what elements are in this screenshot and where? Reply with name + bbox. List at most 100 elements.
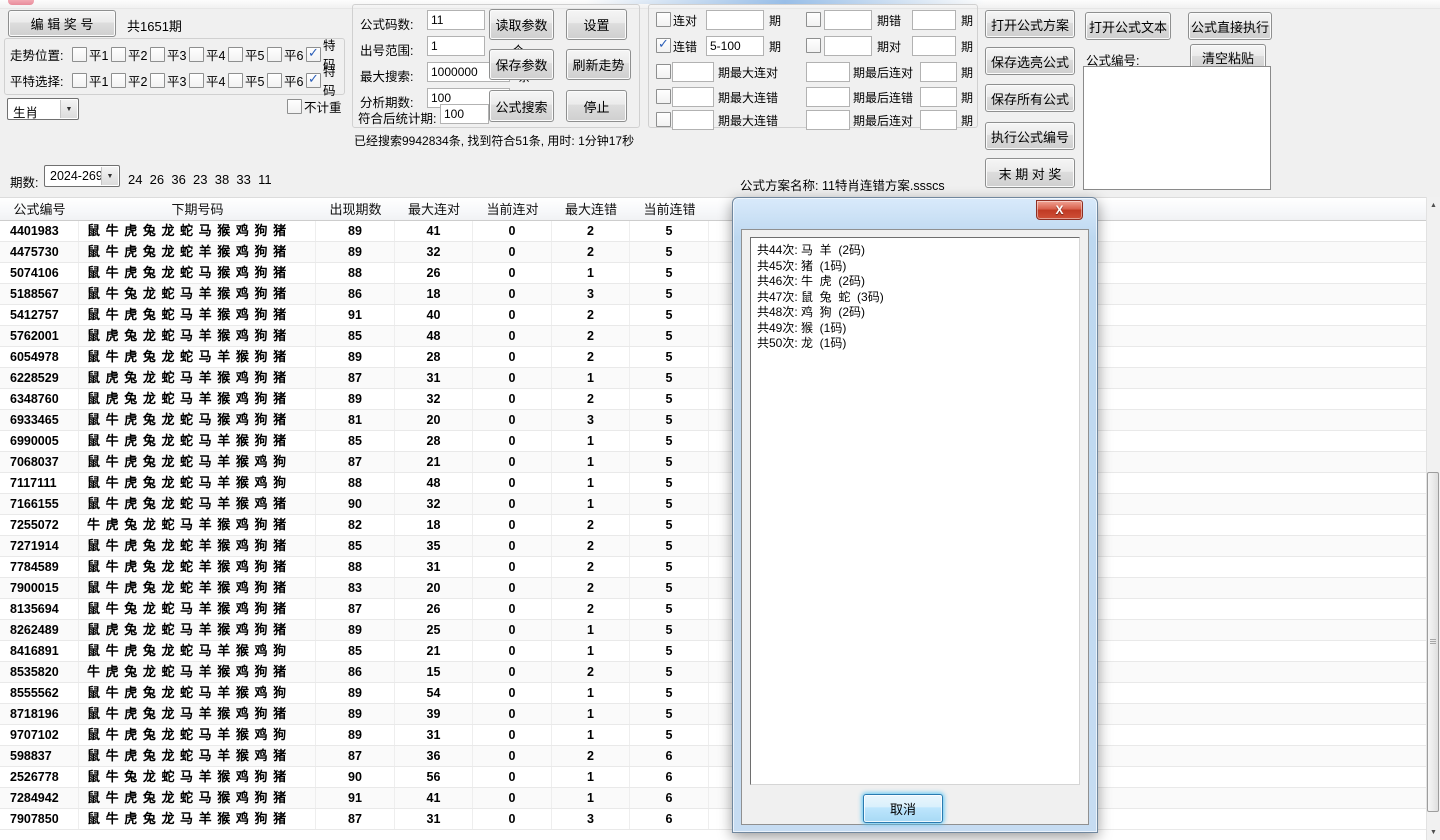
checkbox-box[interactable] bbox=[228, 72, 243, 88]
table-row[interactable]: 5074106 鼠 牛 虎 兔 龙 蛇 马 猴 鸡 狗 猪 88 26 0 1 5 bbox=[0, 263, 1426, 284]
table-row[interactable]: 7271914 鼠 牛 虎 兔 龙 蛇 羊 猴 鸡 狗 猪 85 35 0 2 5 bbox=[0, 536, 1426, 557]
table-row[interactable]: 7900015 鼠 牛 虎 兔 龙 蛇 羊 猴 鸡 狗 猪 83 20 0 2 5 bbox=[0, 578, 1426, 599]
button-公式搜索[interactable]: 公式搜索 bbox=[489, 90, 554, 122]
checkbox-box[interactable] bbox=[306, 45, 321, 62]
button-停止[interactable]: 停止 bbox=[566, 90, 627, 122]
table-row[interactable]: 6054978 鼠 牛 虎 兔 龙 蛇 马 羊 猴 狗 猪 89 28 0 2 5 bbox=[0, 347, 1426, 368]
table-row[interactable]: 8135694 鼠 牛 兔 龙 蛇 马 羊 猴 鸡 狗 猪 87 26 0 2 5 bbox=[0, 599, 1426, 620]
period-dropdown[interactable]: 2024-269 ▼ bbox=[44, 165, 120, 187]
checkbox-平3[interactable]: 平3 bbox=[150, 71, 189, 90]
number-range-input[interactable] bbox=[427, 36, 485, 56]
condition-input[interactable] bbox=[912, 36, 956, 56]
table-row[interactable]: 4401983 鼠 牛 虎 兔 龙 蛇 马 猴 鸡 狗 猪 89 41 0 2 5 bbox=[0, 221, 1426, 242]
checkbox-box[interactable] bbox=[111, 72, 126, 88]
formula-id-textarea[interactable] bbox=[1083, 66, 1271, 190]
scroll-down-icon[interactable]: ▼ bbox=[1427, 824, 1440, 840]
table-row[interactable]: 7255072 牛 虎 兔 龙 蛇 马 羊 猴 鸡 狗 猪 82 18 0 2 5 bbox=[0, 515, 1426, 536]
table-row[interactable]: 8535820 牛 虎 兔 龙 蛇 马 羊 猴 鸡 狗 猪 86 15 0 2 5 bbox=[0, 662, 1426, 683]
edit-prize-button[interactable]: 编 辑 奖 号 bbox=[8, 10, 116, 37]
checkbox-box[interactable] bbox=[656, 89, 671, 104]
checkbox-box[interactable] bbox=[287, 99, 302, 114]
scrollbar-thumb[interactable] bbox=[1427, 472, 1439, 812]
condition-input[interactable] bbox=[672, 87, 714, 107]
direct-exec-button[interactable]: 公式直接执行 bbox=[1188, 12, 1272, 40]
condition-input[interactable] bbox=[672, 62, 714, 82]
table-row[interactable]: 7784589 鼠 牛 虎 兔 龙 蛇 羊 猴 鸡 狗 猪 88 31 0 2 5 bbox=[0, 557, 1426, 578]
condition-input[interactable] bbox=[920, 62, 957, 82]
button-保存参数[interactable]: 保存参数 bbox=[489, 49, 554, 80]
checkbox-box[interactable] bbox=[189, 46, 204, 62]
close-icon[interactable]: X bbox=[1036, 200, 1083, 220]
button-打开公式方案[interactable]: 打开公式方案 bbox=[985, 10, 1075, 38]
table-row[interactable]: 8718196 鼠 牛 虎 兔 龙 马 羊 猴 鸡 狗 猪 89 39 0 1 5 bbox=[0, 704, 1426, 725]
table-row[interactable]: 5412757 鼠 牛 虎 兔 蛇 马 羊 猴 鸡 狗 猪 91 40 0 2 5 bbox=[0, 305, 1426, 326]
checkbox-box[interactable] bbox=[267, 72, 282, 88]
formula-codes-input[interactable] bbox=[427, 10, 485, 30]
table-row[interactable]: 598837 鼠 牛 虎 兔 龙 蛇 马 羊 猴 鸡 猪 87 36 0 2 6 bbox=[0, 746, 1426, 767]
button-保存选亮公式[interactable]: 保存选亮公式 bbox=[985, 47, 1075, 75]
open-formula-text-button[interactable]: 打开公式文本 bbox=[1085, 12, 1171, 40]
table-row[interactable]: 7117111 鼠 牛 虎 兔 龙 蛇 马 羊 猴 鸡 狗 88 48 0 1 5 bbox=[0, 473, 1426, 494]
category-dropdown[interactable]: 生肖 ▼ bbox=[7, 98, 79, 120]
button-刷新走势[interactable]: 刷新走势 bbox=[566, 49, 631, 80]
no-repeat-checkbox[interactable]: 不计重 bbox=[287, 97, 349, 116]
scroll-up-icon[interactable]: ▲ bbox=[1427, 197, 1440, 213]
checkbox-box[interactable] bbox=[228, 46, 243, 62]
table-row[interactable]: 6990005 鼠 牛 虎 兔 龙 蛇 马 羊 猴 狗 猪 85 28 0 1 5 bbox=[0, 431, 1426, 452]
after-match-periods-input[interactable] bbox=[440, 104, 489, 124]
table-row[interactable]: 8555562 鼠 牛 虎 兔 龙 蛇 马 羊 猴 鸡 狗 89 54 0 1 5 bbox=[0, 683, 1426, 704]
button-设置[interactable]: 设置 bbox=[566, 9, 627, 40]
chevron-down-icon[interactable]: ▼ bbox=[101, 167, 118, 185]
table-row[interactable]: 7166155 鼠 牛 虎 兔 龙 蛇 马 羊 猴 鸡 猪 90 32 0 1 5 bbox=[0, 494, 1426, 515]
table-row[interactable]: 6228529 鼠 虎 兔 龙 蛇 马 羊 猴 鸡 狗 猪 87 31 0 1 5 bbox=[0, 368, 1426, 389]
checkbox-box[interactable] bbox=[656, 112, 671, 127]
checkbox-box[interactable] bbox=[72, 72, 87, 88]
checkbox-平2[interactable]: 平2 bbox=[111, 45, 150, 64]
table-row[interactable]: 7068037 鼠 牛 虎 兔 龙 蛇 马 羊 猴 鸡 狗 87 21 0 1 5 bbox=[0, 452, 1426, 473]
table-row[interactable]: 5188567 鼠 牛 兔 龙 蛇 马 羊 猴 鸡 狗 猪 86 18 0 3 5 bbox=[0, 284, 1426, 305]
checkbox-box[interactable] bbox=[189, 72, 204, 88]
chevron-down-icon[interactable]: ▼ bbox=[60, 100, 77, 118]
checkbox-平6[interactable]: 平6 bbox=[267, 45, 306, 64]
condition-input[interactable] bbox=[824, 10, 872, 30]
button-保存所有公式[interactable]: 保存所有公式 bbox=[985, 84, 1075, 112]
condition-input[interactable] bbox=[920, 110, 957, 130]
checkbox-box[interactable] bbox=[72, 46, 87, 62]
checkbox-box[interactable] bbox=[656, 12, 671, 27]
table-row[interactable]: 7907850 鼠 牛 虎 兔 龙 马 羊 猴 鸡 狗 猪 87 31 0 3 6 bbox=[0, 809, 1426, 830]
table-row[interactable]: 6933465 鼠 牛 虎 兔 龙 蛇 马 猴 鸡 狗 猪 81 20 0 3 5 bbox=[0, 410, 1426, 431]
table-row[interactable]: 4475730 鼠 牛 虎 兔 龙 蛇 羊 猴 鸡 狗 猪 89 32 0 2 5 bbox=[0, 242, 1426, 263]
checkbox-平5[interactable]: 平5 bbox=[228, 71, 267, 90]
checkbox-平6[interactable]: 平6 bbox=[267, 71, 306, 90]
checkbox-box[interactable] bbox=[267, 46, 282, 62]
condition-input[interactable] bbox=[824, 36, 872, 56]
checkbox-平1[interactable]: 平1 bbox=[72, 45, 111, 64]
condition-input[interactable] bbox=[706, 36, 764, 56]
condition-input[interactable] bbox=[920, 87, 957, 107]
condition-input[interactable] bbox=[806, 110, 850, 130]
button-执行公式编号[interactable]: 执行公式编号 bbox=[985, 122, 1075, 150]
condition-input[interactable] bbox=[672, 110, 714, 130]
checkbox-box[interactable] bbox=[656, 64, 671, 79]
condition-input[interactable] bbox=[806, 62, 850, 82]
condition-input[interactable] bbox=[912, 10, 956, 30]
checkbox-box[interactable] bbox=[150, 46, 165, 62]
vertical-scrollbar[interactable]: ▲ ▼ bbox=[1426, 197, 1440, 840]
checkbox-平3[interactable]: 平3 bbox=[150, 45, 189, 64]
table-row[interactable]: 8262489 鼠 虎 兔 龙 蛇 马 羊 猴 鸡 狗 猪 89 25 0 1 5 bbox=[0, 620, 1426, 641]
button-末 期 对 奖[interactable]: 末 期 对 奖 bbox=[985, 158, 1075, 188]
cancel-button[interactable]: 取消 bbox=[863, 794, 943, 823]
condition-input[interactable] bbox=[806, 87, 850, 107]
table-row[interactable]: 8416891 鼠 牛 虎 兔 龙 蛇 马 羊 猴 鸡 狗 85 21 0 1 5 bbox=[0, 641, 1426, 662]
checkbox-box[interactable] bbox=[656, 36, 671, 53]
button-读取参数[interactable]: 读取参数 bbox=[489, 9, 554, 40]
checkbox-box[interactable] bbox=[306, 71, 321, 88]
checkbox-平5[interactable]: 平5 bbox=[228, 45, 267, 64]
checkbox-平1[interactable]: 平1 bbox=[72, 71, 111, 90]
result-listbox[interactable]: 共44次: 马 羊 (2码) 共45次: 猪 (1码) 共46次: 牛 虎 (2码)… bbox=[750, 237, 1080, 785]
table-row[interactable]: 6348760 鼠 虎 兔 龙 蛇 马 羊 猴 鸡 狗 猪 89 32 0 2 5 bbox=[0, 389, 1426, 410]
checkbox-平2[interactable]: 平2 bbox=[111, 71, 150, 90]
checkbox-box[interactable] bbox=[111, 46, 126, 62]
condition-input[interactable] bbox=[706, 10, 764, 30]
checkbox-box[interactable] bbox=[150, 72, 165, 88]
